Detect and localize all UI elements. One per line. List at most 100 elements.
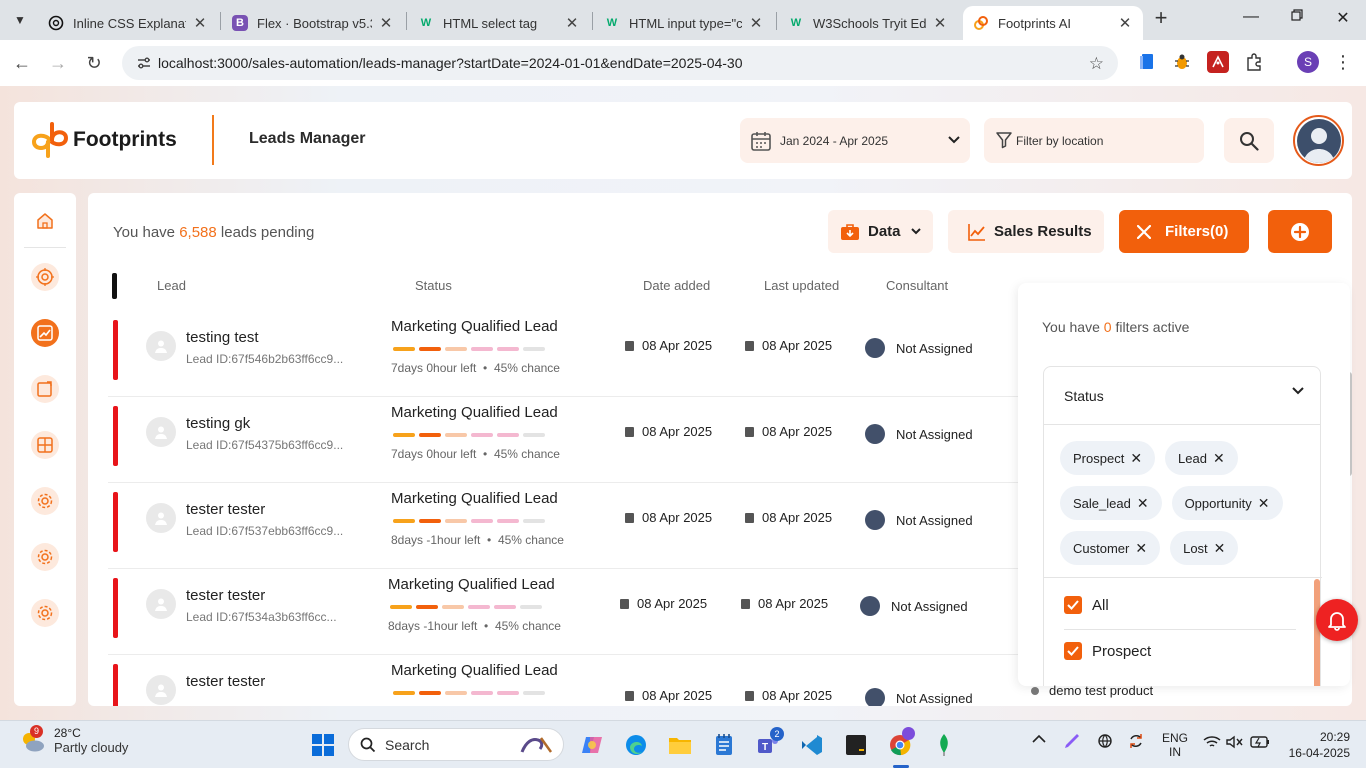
- edge-browser-icon[interactable]: [622, 731, 650, 759]
- options-scrollbar[interactable]: [1314, 579, 1320, 686]
- sidebar-item-settings[interactable]: [31, 487, 59, 515]
- status-option-all[interactable]: All: [1064, 596, 1109, 614]
- close-icon[interactable]: ✕: [932, 14, 948, 32]
- vscode-icon[interactable]: [798, 731, 826, 759]
- system-clock[interactable]: 20:29 16-04-2025: [1289, 729, 1350, 761]
- profile-avatar[interactable]: S: [1297, 51, 1319, 73]
- extension-bug-icon[interactable]: [1171, 51, 1193, 73]
- bookmark-star-icon[interactable]: ☆: [1089, 54, 1104, 74]
- column-header-status[interactable]: Status: [415, 278, 452, 293]
- sidebar-item-settings-2[interactable]: [31, 543, 59, 571]
- sidebar-item-sales[interactable]: [31, 319, 59, 347]
- remove-chip-icon[interactable]: ✕: [1135, 540, 1147, 557]
- search-button[interactable]: [1224, 118, 1274, 163]
- lead-name[interactable]: testing test: [186, 329, 259, 346]
- filters-toggle-button[interactable]: Filters(0): [1119, 210, 1249, 253]
- wifi-icon[interactable]: [1203, 735, 1221, 752]
- column-header-last-updated[interactable]: Last updated: [764, 278, 839, 293]
- lead-name[interactable]: testing gk: [186, 415, 250, 432]
- status-chip[interactable]: Prospect ✕: [1060, 441, 1156, 475]
- battery-icon[interactable]: [1250, 735, 1270, 752]
- data-dropdown-button[interactable]: Data: [828, 210, 933, 253]
- close-icon[interactable]: ✕: [192, 14, 208, 32]
- add-lead-button[interactable]: [1268, 210, 1332, 253]
- remove-chip-icon[interactable]: ✕: [1258, 495, 1270, 512]
- consultant[interactable]: Not Assigned: [865, 510, 973, 530]
- volume-muted-icon[interactable]: [1226, 735, 1244, 752]
- windows-start-icon[interactable]: [309, 731, 337, 759]
- notification-bell-button[interactable]: [1316, 599, 1358, 641]
- consultant[interactable]: Not Assigned: [860, 596, 968, 616]
- remove-chip-icon[interactable]: ✕: [1213, 450, 1225, 467]
- status-chip[interactable]: Lost ✕: [1170, 531, 1239, 565]
- close-icon[interactable]: ✕: [564, 14, 580, 32]
- new-tab-plus-icon[interactable]: +: [1150, 7, 1172, 30]
- lead-name[interactable]: tester tester: [186, 587, 265, 604]
- extension-red-icon[interactable]: [1207, 51, 1229, 73]
- status-filter-header[interactable]: Status: [1044, 367, 1320, 425]
- status-chip[interactable]: Lead ✕: [1165, 441, 1238, 475]
- close-icon[interactable]: ✕: [748, 14, 764, 32]
- window-close-icon[interactable]: ✕: [1328, 8, 1358, 32]
- extensions-puzzle-icon[interactable]: [1243, 51, 1265, 73]
- lead-name[interactable]: tester tester: [186, 673, 265, 690]
- status-chip[interactable]: Opportunity ✕: [1171, 486, 1283, 520]
- reload-icon[interactable]: ↻: [81, 50, 107, 76]
- sidebar-item-dashboard[interactable]: [31, 431, 59, 459]
- remove-chip-icon[interactable]: ✕: [1214, 540, 1226, 557]
- column-header-consultant[interactable]: Consultant: [886, 278, 948, 293]
- network-globe-icon[interactable]: [1096, 732, 1114, 753]
- sidebar-item-settings-3[interactable]: [31, 599, 59, 627]
- chrome-icon[interactable]: [886, 727, 915, 759]
- user-avatar[interactable]: [1293, 115, 1344, 166]
- consultant[interactable]: Not Assigned: [865, 688, 973, 706]
- sidebar-item-targets[interactable]: [31, 263, 59, 291]
- browser-menu-icon[interactable]: ⋮: [1332, 51, 1354, 73]
- browser-tab[interactable]: B Flex · Bootstrap v5.3 ✕: [222, 6, 404, 40]
- address-bar[interactable]: localhost:3000/sales-automation/leads-ma…: [122, 46, 1118, 80]
- sales-results-button[interactable]: Sales Results: [948, 210, 1104, 253]
- taskbar-search[interactable]: Search: [348, 728, 564, 761]
- checkbox-checked[interactable]: [1064, 596, 1082, 614]
- tray-chevron-up-icon[interactable]: [1032, 733, 1046, 747]
- browser-tab[interactable]: Inline CSS Explanation ✕: [38, 6, 218, 40]
- column-header-date-added[interactable]: Date added: [643, 278, 710, 293]
- pen-icon[interactable]: [1063, 732, 1081, 753]
- date-range-picker[interactable]: Jan 2024 - Apr 2025: [740, 118, 970, 163]
- status-chip[interactable]: Customer ✕: [1060, 531, 1161, 565]
- browser-tab-active[interactable]: Footprints AI ✕: [963, 6, 1143, 40]
- browser-tab[interactable]: W HTML input type="ch ✕: [594, 6, 774, 40]
- maximize-icon[interactable]: [1282, 8, 1312, 32]
- back-arrow-icon[interactable]: ←: [9, 50, 35, 76]
- remove-chip-icon[interactable]: ✕: [1137, 495, 1149, 512]
- brand-logo[interactable]: Footprints: [30, 120, 177, 160]
- copilot-icon[interactable]: [578, 731, 606, 759]
- forward-arrow-icon[interactable]: →: [45, 50, 71, 76]
- lead-name[interactable]: tester tester: [186, 501, 265, 518]
- extension-doc-icon[interactable]: [1136, 51, 1158, 73]
- consultant[interactable]: Not Assigned: [865, 424, 973, 444]
- close-icon[interactable]: ✕: [378, 14, 394, 32]
- browser-tab[interactable]: W W3Schools Tryit Edito ✕: [778, 6, 958, 40]
- mongodb-icon[interactable]: [930, 731, 958, 759]
- file-explorer-icon[interactable]: [666, 731, 694, 759]
- checkbox-checked[interactable]: [1064, 642, 1082, 660]
- status-chip[interactable]: Sale_lead ✕: [1060, 486, 1162, 520]
- consultant[interactable]: Not Assigned: [865, 338, 973, 358]
- close-icon[interactable]: ✕: [1117, 14, 1133, 32]
- site-info-icon[interactable]: [136, 55, 152, 71]
- location-filter[interactable]: Filter by location: [984, 118, 1204, 163]
- remove-chip-icon[interactable]: ✕: [1130, 450, 1142, 467]
- minimize-icon[interactable]: —: [1236, 8, 1266, 32]
- language-indicator[interactable]: ENG IN: [1162, 731, 1188, 759]
- sync-icon[interactable]: [1127, 732, 1145, 753]
- column-header-lead[interactable]: Lead: [157, 278, 186, 293]
- browser-tab[interactable]: W HTML select tag ✕: [408, 6, 590, 40]
- status-option-prospect[interactable]: Prospect: [1064, 642, 1151, 660]
- teams-icon[interactable]: T2: [754, 727, 784, 759]
- weather-widget[interactable]: 9 28°C Partly cloudy: [18, 724, 128, 755]
- terminal-icon[interactable]: [842, 731, 870, 759]
- tab-search-chevron-icon[interactable]: ▼: [8, 8, 32, 32]
- sidebar-item-tasks[interactable]: [31, 375, 59, 403]
- sidebar-item-home[interactable]: [31, 207, 59, 235]
